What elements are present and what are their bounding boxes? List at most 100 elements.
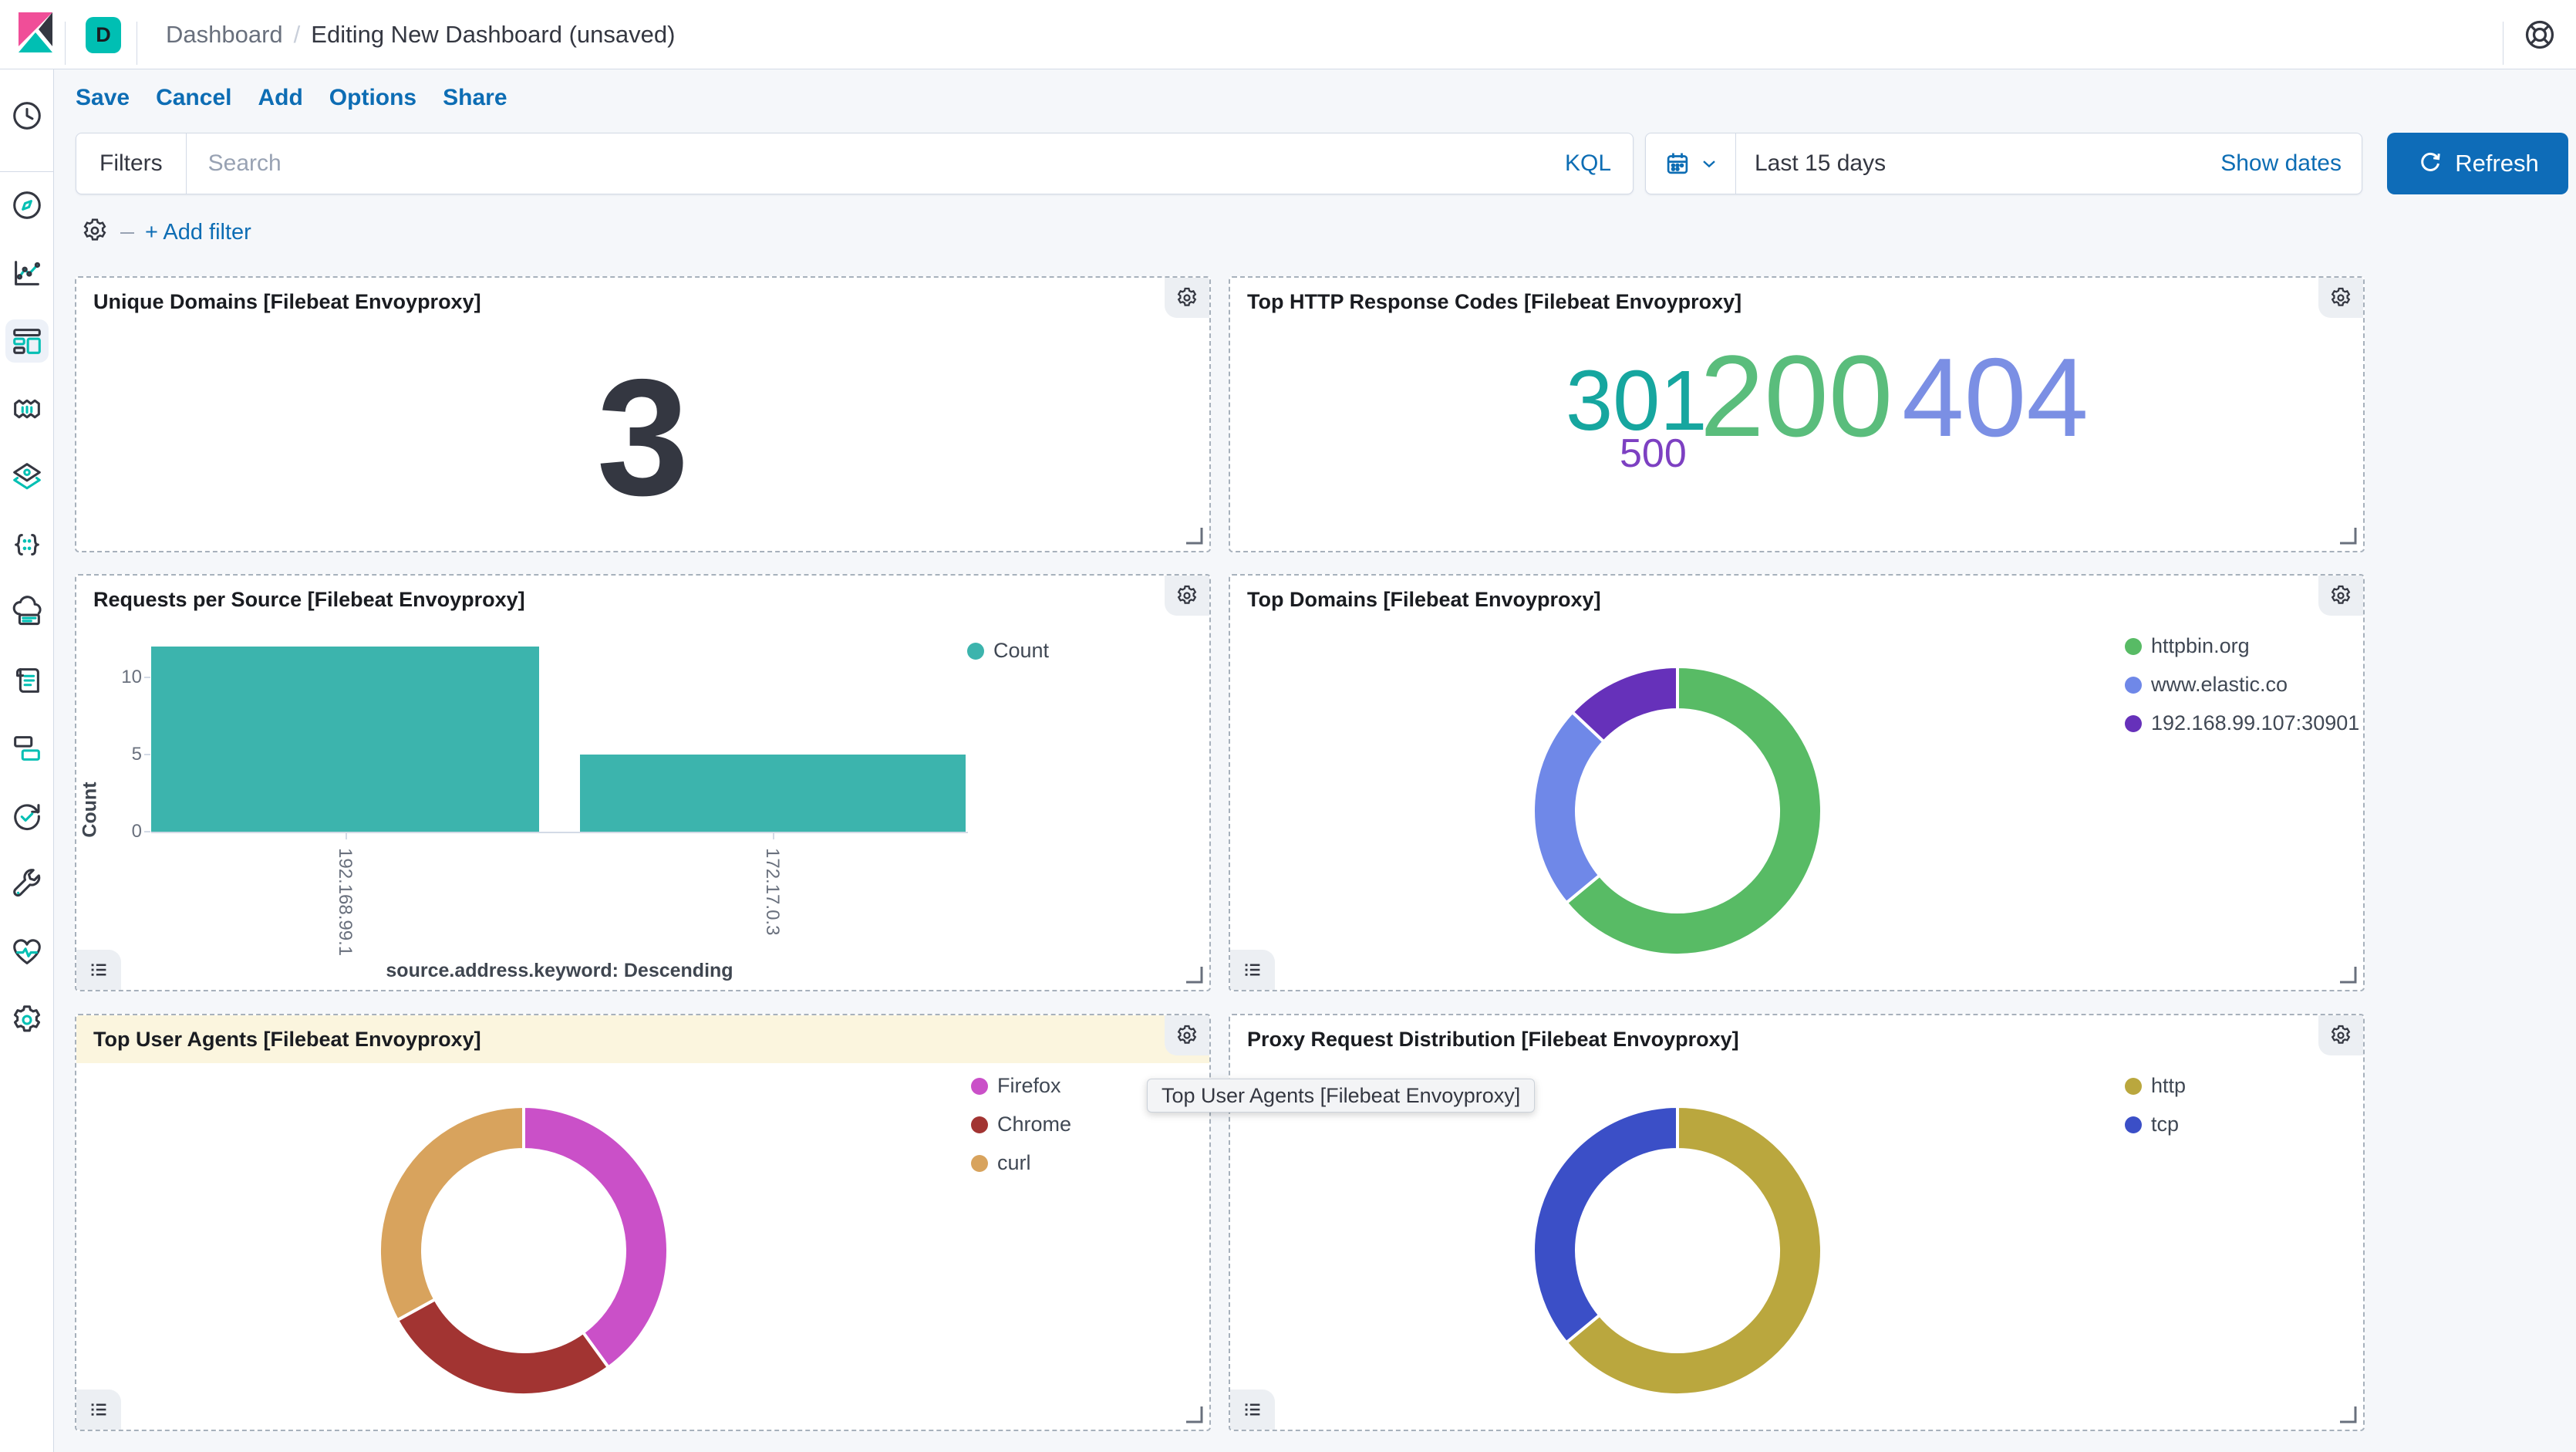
panel-resize-handle[interactable] <box>1183 964 1203 984</box>
kibana-logo-icon <box>11 9 60 59</box>
share-button[interactable]: Share <box>443 85 507 111</box>
space-badge[interactable]: D <box>86 17 121 53</box>
legend-item[interactable]: http <box>2125 1074 2186 1098</box>
legend-toggle-button[interactable] <box>1230 1390 1275 1430</box>
dashboard-icon <box>9 323 45 359</box>
sidebar-item-dev-tools[interactable] <box>9 866 45 902</box>
filter-options-button[interactable] <box>80 216 110 249</box>
help-button[interactable] <box>2522 17 2557 52</box>
sidebar-item-recently-viewed[interactable] <box>9 98 45 133</box>
sidebar-item-dashboard[interactable] <box>9 323 45 359</box>
sidebar-item-apm[interactable] <box>9 731 45 766</box>
panel-options-button[interactable] <box>1165 1015 1209 1055</box>
donut-slice-Firefox[interactable] <box>524 1106 668 1367</box>
donut-chart-visualization: http tcp <box>1230 1062 2363 1430</box>
panel-options-button[interactable] <box>1165 576 1209 616</box>
gear-icon <box>80 216 110 245</box>
resize-corner-icon <box>1183 1403 1203 1423</box>
sidebar-item-stack-monitoring[interactable] <box>9 934 45 970</box>
panel-requests-per-source: Requests per Source [Filebeat Envoyproxy… <box>75 574 1211 991</box>
gear-icon <box>2328 285 2353 310</box>
panel-drag-handle[interactable]: Proxy Request Distribution [Filebeat Env… <box>1230 1015 2363 1062</box>
sidebar-item-visualize[interactable] <box>9 255 45 291</box>
panel-drag-handle[interactable]: Top User Agents [Filebeat Envoyproxy] <box>76 1015 1209 1062</box>
donut-slice-tcp[interactable] <box>1533 1106 1677 1342</box>
panel-drag-handle[interactable]: Top Domains [Filebeat Envoyproxy] <box>1230 576 2363 622</box>
sidebar-divider <box>0 171 54 172</box>
legend-toggle-button[interactable] <box>1230 950 1275 990</box>
refresh-icon <box>2416 150 2444 177</box>
panel-drag-handle[interactable]: Requests per Source [Filebeat Envoyproxy… <box>76 576 1209 622</box>
sidebar-item-metrics[interactable] <box>9 595 45 630</box>
panel-resize-handle[interactable] <box>2337 1403 2357 1423</box>
sidebar-item-management[interactable] <box>9 1002 45 1038</box>
legend-item[interactable]: httpbin.org <box>2125 634 2359 658</box>
sidebar-item-uptime[interactable] <box>9 799 45 834</box>
chart-legend: http tcp <box>2125 1074 2186 1136</box>
legend-color-dot <box>971 1116 988 1133</box>
sidebar-item-discover[interactable] <box>9 187 45 223</box>
legend-toggle-button[interactable] <box>76 950 121 990</box>
refresh-button[interactable]: Refresh <box>2387 133 2568 194</box>
show-dates-button[interactable]: Show dates <box>2220 150 2362 177</box>
panel-options-button[interactable] <box>2318 278 2363 318</box>
panel-top-user-agents: Top User Agents [Filebeat Envoyproxy] Fi… <box>75 1014 1211 1431</box>
save-button[interactable]: Save <box>76 85 130 111</box>
heartbeat-icon <box>9 934 45 970</box>
app-header: D Dashboard / Editing New Dashboard (uns… <box>0 0 2576 69</box>
panel-title: Top HTTP Response Codes [Filebeat Envoyp… <box>1247 290 1741 314</box>
sidebar-item-canvas[interactable] <box>9 391 45 427</box>
time-range-value[interactable]: Last 15 days <box>1736 150 1886 177</box>
legend-item[interactable]: curl <box>971 1151 1071 1175</box>
panel-drag-handle[interactable]: Top HTTP Response Codes [Filebeat Envoyp… <box>1230 278 2363 324</box>
legend-item[interactable]: tcp <box>2125 1113 2186 1136</box>
panel-options-button[interactable] <box>2318 1015 2363 1055</box>
resize-corner-icon <box>2337 964 2357 984</box>
add-button[interactable]: Add <box>258 85 302 111</box>
tag-cloud-term[interactable]: 500 <box>1620 434 1687 474</box>
panel-resize-handle[interactable] <box>1183 525 1203 545</box>
legend-item[interactable]: Count <box>967 639 1049 663</box>
x-axis-tick: 172.17.0.3 <box>761 848 783 935</box>
refresh-button-label: Refresh <box>2455 150 2539 177</box>
panel-drag-handle[interactable]: Unique Domains [Filebeat Envoyproxy] <box>76 278 1209 324</box>
x-axis-title: source.address.keyword: Descending <box>76 960 1043 982</box>
donut-slice-www.elastic.co[interactable] <box>1533 712 1603 903</box>
cancel-button[interactable]: Cancel <box>156 85 231 111</box>
legend-item[interactable]: Chrome <box>971 1113 1071 1136</box>
panel-resize-handle[interactable] <box>1183 1403 1203 1423</box>
tag-cloud-term[interactable]: 200 <box>1700 338 1893 454</box>
legend-toggle-button[interactable] <box>76 1390 121 1430</box>
panel-options-button[interactable] <box>2318 576 2363 616</box>
legend-item[interactable]: 192.168.99.107:30901 <box>2125 711 2359 735</box>
gear-icon <box>2328 583 2353 608</box>
wrench-icon <box>9 866 45 902</box>
options-button[interactable]: Options <box>329 85 416 111</box>
y-axis-title: Count <box>79 782 102 837</box>
breadcrumb-dashboard[interactable]: Dashboard <box>166 21 283 49</box>
breadcrumb-separator: / <box>294 21 301 49</box>
sidebar-item-machine-learning[interactable] <box>9 527 45 562</box>
metric-value: 3 <box>76 324 1209 551</box>
panel-options-button[interactable] <box>1165 278 1209 318</box>
search-input[interactable] <box>187 150 1543 177</box>
legend-item[interactable]: www.elastic.co <box>2125 673 2359 697</box>
sidebar-item-logs[interactable] <box>9 663 45 698</box>
panel-resize-handle[interactable] <box>2337 964 2357 984</box>
filters-dropdown-button[interactable]: Filters <box>76 133 187 194</box>
add-filter-button[interactable]: + Add filter <box>145 220 251 245</box>
breadcrumb: Dashboard / Editing New Dashboard (unsav… <box>166 0 675 69</box>
sidebar-item-maps[interactable] <box>9 459 45 495</box>
bar-172.17.0.3[interactable] <box>580 755 966 832</box>
panel-resize-handle[interactable] <box>2337 525 2357 545</box>
kibana-logo[interactable] <box>11 9 60 62</box>
kql-button[interactable]: KQL <box>1543 150 1633 177</box>
donut-slice-curl[interactable] <box>379 1106 524 1320</box>
tag-cloud-term[interactable]: 404 <box>1902 342 2089 454</box>
date-quick-select-button[interactable] <box>1646 133 1736 194</box>
bar-192.168.99.1[interactable] <box>151 647 539 832</box>
donut-slice-Chrome[interactable] <box>397 1299 609 1395</box>
panel-title: Top Domains [Filebeat Envoyproxy] <box>1247 588 1601 612</box>
legend-item[interactable]: Firefox <box>971 1074 1071 1098</box>
resize-corner-icon <box>2337 525 2357 545</box>
